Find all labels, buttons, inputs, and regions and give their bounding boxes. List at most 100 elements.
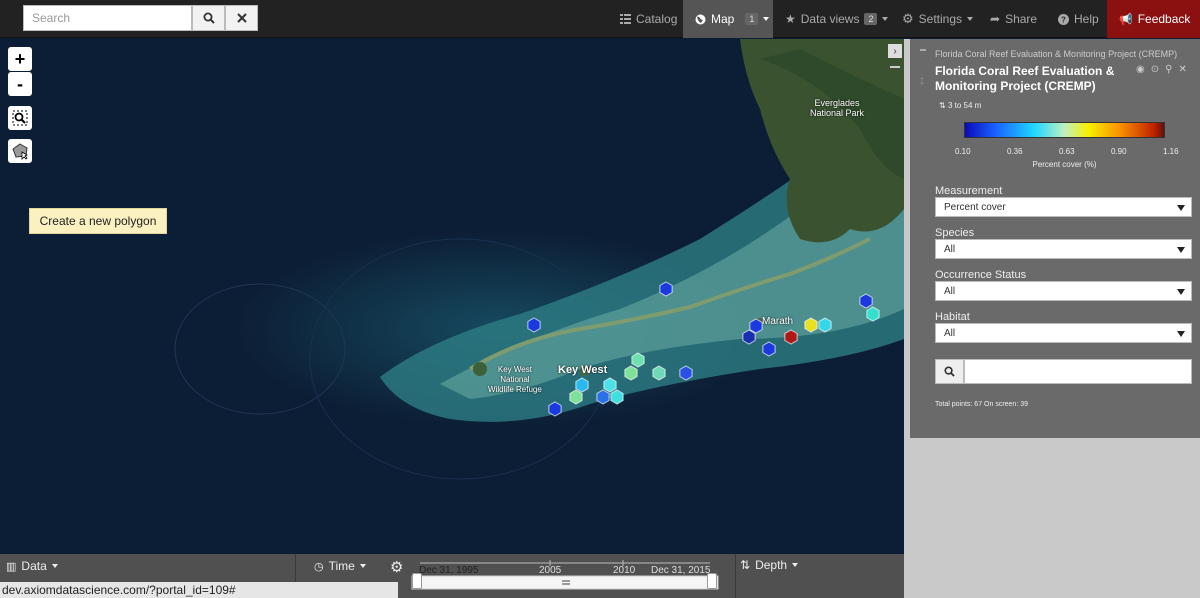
- chevron-down-icon: [1177, 205, 1185, 211]
- hex-data-point: [784, 329, 798, 345]
- species-select[interactable]: All: [935, 239, 1192, 259]
- collapse-panel-button[interactable]: ›: [888, 44, 902, 58]
- hex-data-point: [569, 389, 583, 405]
- search-icon: [203, 12, 215, 24]
- measurement-label: Measurement: [935, 185, 1003, 197]
- depth-range-value: 3 to 54 m: [947, 101, 982, 110]
- measurement-value: Percent cover: [944, 201, 1006, 213]
- drag-handle-icon[interactable]: ↕: [919, 73, 925, 87]
- species-label: Species: [935, 227, 975, 239]
- layer-search-input[interactable]: [964, 359, 1192, 384]
- habitat-select[interactable]: All: [935, 323, 1192, 343]
- timeline-settings-button[interactable]: ⚙: [390, 558, 403, 576]
- layer-breadcrumb: Florida Coral Reef Evaluation & Monitori…: [935, 49, 1178, 59]
- timeline-tick: 2010: [613, 565, 636, 576]
- chevron-down-icon: [51, 564, 58, 568]
- time-menu-button[interactable]: ◷ Time: [314, 559, 366, 573]
- nav-settings-label: Settings: [918, 12, 963, 26]
- legend-tick: 1.16: [1163, 147, 1179, 156]
- chevron-down-icon: [1177, 247, 1185, 253]
- occurrence-status-label: Occurrence Status: [935, 269, 1027, 281]
- data-menu-button[interactable]: ▥ Data: [6, 559, 58, 573]
- layer-search-button[interactable]: [935, 359, 964, 384]
- search-button[interactable]: [192, 5, 225, 31]
- hex-data-point: [548, 401, 562, 417]
- chevron-down-icon: [763, 17, 770, 21]
- timeline-tick: 2005: [539, 565, 562, 576]
- map-view[interactable]: Everglades National Park Key West Key We…: [0, 39, 904, 554]
- chevron-down-icon: [792, 563, 799, 567]
- help-icon: ?: [1058, 13, 1069, 25]
- chevron-down-icon: [359, 564, 366, 568]
- legend-ticks: 0.10 0.36 0.63 0.90 1.16: [955, 147, 1179, 159]
- map-count-badge: 1: [745, 13, 759, 25]
- data-points-layer[interactable]: [0, 39, 904, 554]
- nav-map-label: Map: [711, 12, 735, 26]
- hex-data-point: [866, 306, 880, 322]
- nav-settings[interactable]: ⚙ Settings: [902, 0, 974, 38]
- search-input[interactable]: [23, 5, 192, 31]
- hex-data-point: [804, 317, 818, 333]
- svg-text:?: ?: [1061, 15, 1066, 24]
- gear-icon: ⚙: [902, 11, 914, 26]
- timeline-end: Dec 31, 2015: [651, 565, 711, 576]
- timeline-slider[interactable]: Dec 31, 1995 2005 2010 Dec 31, 2015: [410, 557, 720, 595]
- top-navbar: Catalog Map 1 ★ Data views 2 ⚙ Settings …: [0, 0, 1200, 38]
- occurrence-status-select[interactable]: All: [935, 281, 1192, 301]
- legend-colorbar: [964, 122, 1165, 138]
- hex-data-point: [596, 389, 610, 405]
- chevron-down-icon: [1177, 331, 1185, 337]
- data-menu-label: Data: [21, 559, 47, 573]
- hex-data-point: [610, 389, 624, 405]
- hex-data-point: [624, 365, 638, 381]
- hex-data-point: [762, 341, 776, 357]
- hex-data-point: [652, 365, 666, 381]
- nav-data-views-label: Data views: [800, 12, 860, 26]
- timeline-start-handle[interactable]: [412, 573, 422, 589]
- depth-range: ⇅ 3 to 54 m: [939, 101, 981, 110]
- layer-title: Florida Coral Reef Evaluation & Monitori…: [935, 64, 1115, 93]
- habitat-value: All: [944, 327, 956, 339]
- draw-polygon-button[interactable]: [8, 139, 32, 163]
- nav-help[interactable]: ? Help: [1058, 0, 1099, 38]
- legend-tick: 0.10: [955, 147, 971, 156]
- list-icon: [620, 14, 631, 24]
- clock-icon: ◷: [314, 560, 324, 573]
- close-layer-icon[interactable]: ✕: [1178, 64, 1186, 75]
- data-views-count-badge: 2: [864, 13, 878, 25]
- clear-search-button[interactable]: [225, 5, 258, 31]
- nav-data-views[interactable]: ★ Data views 2: [785, 0, 889, 38]
- timeline-end-handle[interactable]: [707, 573, 717, 589]
- collapse-icon[interactable]: [920, 49, 926, 51]
- measurement-select[interactable]: Percent cover: [935, 197, 1192, 217]
- legend-tick: 0.90: [1111, 147, 1127, 156]
- target-icon[interactable]: ⊙: [1151, 64, 1159, 75]
- nav-map[interactable]: Map 1: [683, 0, 773, 38]
- polygon-icon: [12, 143, 28, 160]
- zoom-to-layer-icon[interactable]: ⚲: [1165, 64, 1172, 75]
- visibility-icon[interactable]: ◉: [1136, 64, 1145, 75]
- layer-panel: ↕ Florida Coral Reef Evaluation & Monito…: [904, 39, 1200, 598]
- nav-feedback[interactable]: 📢 Feedback: [1107, 0, 1200, 38]
- globe-icon: [695, 14, 706, 24]
- zoom-to-extent-button[interactable]: [8, 106, 32, 130]
- search-icon: [944, 366, 955, 377]
- hex-data-point: [749, 318, 763, 334]
- occurrence-status-value: All: [944, 285, 956, 297]
- zoom-out-button[interactable]: -: [8, 72, 32, 96]
- depth-menu-button[interactable]: ⇅ Depth: [740, 558, 799, 572]
- hex-data-point: [603, 377, 617, 393]
- minimize-icon[interactable]: [890, 66, 900, 68]
- zoom-in-button[interactable]: +: [8, 47, 32, 71]
- layer-card: ↕ Florida Coral Reef Evaluation & Monito…: [910, 39, 1200, 438]
- nav-share[interactable]: ➦ Share: [990, 0, 1037, 38]
- nav-catalog[interactable]: Catalog: [620, 0, 677, 38]
- hex-data-point: [679, 365, 693, 381]
- megaphone-icon: 📢: [1119, 13, 1133, 26]
- hex-data-point: [575, 377, 589, 393]
- hex-data-point: [742, 329, 756, 345]
- hex-data-point: [659, 281, 673, 297]
- divider: [735, 554, 736, 598]
- depth-menu-label: Depth: [755, 558, 788, 572]
- hex-data-point: [818, 317, 832, 333]
